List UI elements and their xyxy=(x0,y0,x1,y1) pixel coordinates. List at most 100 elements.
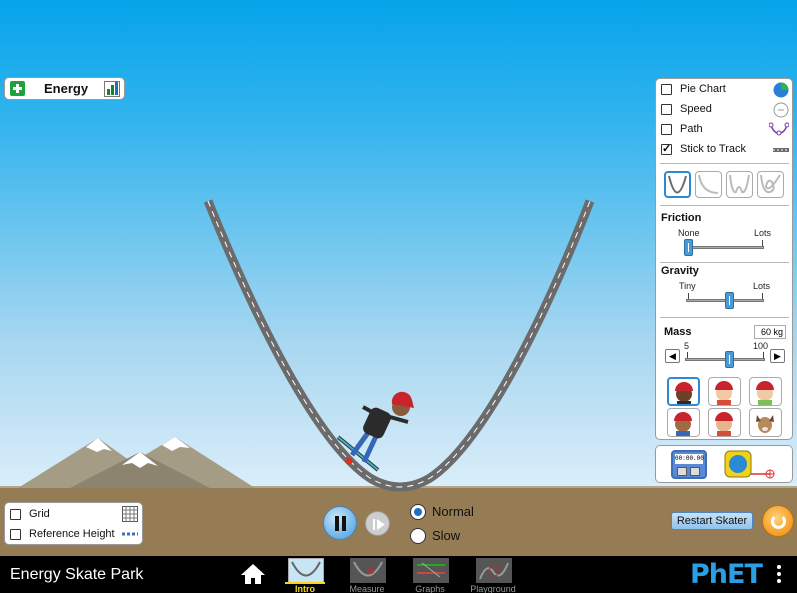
tab-playground[interactable]: Playground xyxy=(469,556,517,593)
expand-plus-icon[interactable] xyxy=(10,81,25,96)
tab-intro[interactable]: Intro xyxy=(281,556,329,593)
friction-title: Friction xyxy=(661,212,702,224)
options-menu-icon[interactable] xyxy=(777,565,783,586)
tab-intro-label: Intro xyxy=(295,584,315,593)
gravity-slider-thumb[interactable] xyxy=(725,292,734,309)
mass-title: Mass xyxy=(664,326,692,338)
tab-measure-label: Measure xyxy=(349,584,385,593)
pie-chart-checkbox-box[interactable] xyxy=(661,83,672,95)
friction-slider-thumb[interactable] xyxy=(684,239,693,256)
divider xyxy=(660,262,789,263)
stick-to-track-label: Stick to Track xyxy=(680,143,747,155)
step-forward-icon xyxy=(373,519,385,530)
playground-screen-icon xyxy=(476,558,512,583)
path-checkbox-box[interactable] xyxy=(661,123,672,135)
slope-track-icon xyxy=(698,174,719,194)
skater[interactable] xyxy=(336,391,414,472)
mass-slider-thumb[interactable] xyxy=(725,351,734,368)
reference-height-icon xyxy=(122,532,138,536)
friction-slider[interactable] xyxy=(686,246,764,249)
gravity-max-label: Lots xyxy=(753,281,771,291)
bar-graph-icon xyxy=(104,81,120,97)
reference-height-checkbox[interactable]: Reference Height xyxy=(10,524,140,544)
phet-logo[interactable]: PhET xyxy=(690,559,763,590)
stopwatch-display: 00:00.00 xyxy=(675,454,704,464)
pause-button[interactable] xyxy=(323,506,357,540)
skater-option-dog[interactable] xyxy=(749,408,782,437)
dog-avatar-icon xyxy=(756,415,774,433)
speed-label: Speed xyxy=(680,103,712,115)
mass-value-display: 60 kg xyxy=(754,325,786,339)
reference-height-checkbox-box[interactable] xyxy=(10,528,21,540)
restart-skater-button[interactable]: Restart Skater xyxy=(671,512,753,530)
path-label: Path xyxy=(680,123,703,135)
loop-track-icon xyxy=(760,174,781,194)
normal-speed-radio[interactable] xyxy=(410,504,426,520)
skater-option-4[interactable] xyxy=(667,408,700,437)
mass-decrement-button[interactable]: ◀ xyxy=(665,349,680,363)
home-icon[interactable] xyxy=(240,563,266,585)
tab-graphs[interactable]: Graphs xyxy=(406,556,454,593)
track[interactable] xyxy=(203,199,595,492)
path-checkbox[interactable]: Path xyxy=(661,119,789,139)
mass-max-label: 100 xyxy=(753,341,769,351)
parabola-track-icon xyxy=(668,175,687,194)
track-option-slope[interactable] xyxy=(695,171,722,198)
friction-min-label: None xyxy=(678,228,700,238)
tab-graphs-label: Graphs xyxy=(415,584,445,593)
stick-to-track-checkbox-box[interactable] xyxy=(661,142,672,155)
grid-checkbox[interactable]: Grid xyxy=(10,504,140,524)
stick-to-track-checkbox[interactable]: Stick to Track xyxy=(661,139,789,159)
speed-checkbox-box[interactable] xyxy=(661,103,672,115)
slow-speed-label: Slow xyxy=(432,528,461,543)
divider xyxy=(660,205,789,206)
measuring-tape-icon[interactable] xyxy=(722,449,782,481)
double-well-track-icon xyxy=(729,174,750,194)
skater-option-5[interactable] xyxy=(708,408,741,437)
tab-measure[interactable]: Measure xyxy=(343,556,391,593)
skater-option-2[interactable] xyxy=(708,377,741,406)
reference-height-label: Reference Height xyxy=(29,528,115,540)
skater-option-3[interactable] xyxy=(749,377,782,406)
track-option-parabola[interactable] xyxy=(664,171,691,198)
pie-chart-icon xyxy=(773,82,789,98)
skater-avatar-icon xyxy=(756,381,774,405)
normal-speed-label: Normal xyxy=(432,504,474,519)
track-option-loop[interactable] xyxy=(757,171,784,198)
friction-max-label: Lots xyxy=(754,228,772,238)
speedometer-icon xyxy=(773,102,789,118)
navigation-bar: Energy Skate Park Intro Measure Graphs P… xyxy=(0,556,797,593)
skater-option-1[interactable] xyxy=(667,377,700,406)
sim-title: Energy Skate Park xyxy=(10,566,144,583)
stopwatch-play-icon xyxy=(690,467,700,476)
divider xyxy=(660,163,789,164)
gravity-min-label: Tiny xyxy=(679,281,696,291)
mass-increment-button[interactable]: ▶ xyxy=(770,349,785,363)
track-option-double-well[interactable] xyxy=(726,171,753,198)
stopwatch-tool[interactable]: 00:00.00 xyxy=(671,450,707,479)
step-forward-button[interactable] xyxy=(365,511,390,536)
mass-min-label: 5 xyxy=(684,341,690,351)
energy-panel-title: Energy xyxy=(44,81,89,96)
stopwatch-reset-icon xyxy=(677,467,687,476)
skater-avatar-icon xyxy=(674,412,692,436)
grid-icon xyxy=(122,506,138,522)
speed-checkbox[interactable]: Speed xyxy=(661,99,789,119)
stick-track-icon xyxy=(773,148,789,152)
grid-checkbox-box[interactable] xyxy=(10,508,21,520)
pie-chart-label: Pie Chart xyxy=(680,83,726,95)
path-icon xyxy=(769,122,789,136)
pie-chart-checkbox[interactable]: Pie Chart xyxy=(661,79,789,99)
tab-playground-label: Playground xyxy=(470,584,516,593)
intro-screen-icon xyxy=(288,558,324,583)
gravity-title: Gravity xyxy=(661,265,699,277)
control-panel: Pie Chart Speed Path Stick to Track xyxy=(655,78,793,440)
measure-screen-icon xyxy=(350,558,386,583)
graphs-screen-icon xyxy=(413,558,449,583)
reset-icon xyxy=(771,514,786,529)
grid-panel: Grid Reference Height xyxy=(4,502,143,545)
reset-all-button[interactable] xyxy=(762,505,794,537)
energy-panel[interactable]: Energy xyxy=(4,77,125,100)
slow-speed-radio[interactable] xyxy=(410,528,426,544)
skater-avatar-icon xyxy=(675,382,693,404)
